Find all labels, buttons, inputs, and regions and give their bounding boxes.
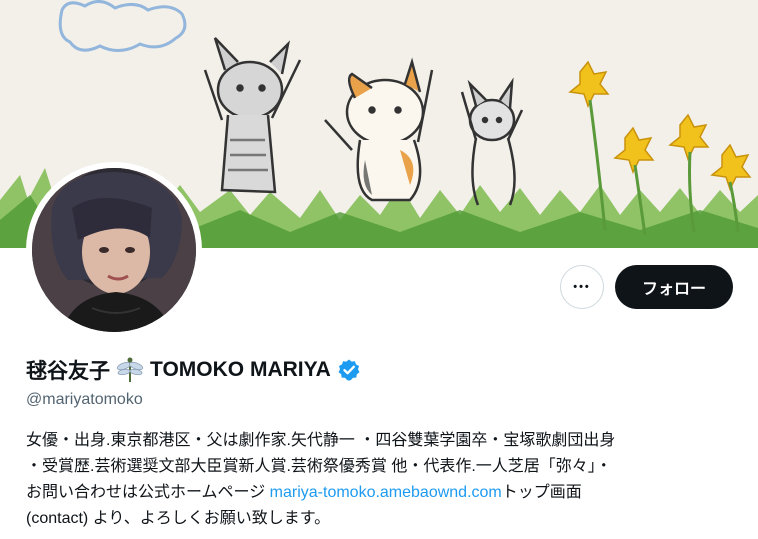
website-link[interactable]: mariya-tomoko.amebaownd.com (270, 484, 502, 501)
bio-line: (contact) より、よろしくお願い致します。 (26, 510, 331, 527)
avatar[interactable] (26, 162, 202, 338)
follow-button[interactable]: フォロー (615, 265, 733, 309)
bio-text: トップ画面 (501, 484, 582, 501)
more-options-button[interactable]: ••• (560, 265, 604, 309)
bio-line: ・受賞歴.芸術選奨文部大臣賞新人賞.芸術祭優秀賞 他・代表作.一人芝居「弥々」・ (26, 458, 612, 475)
bio-line: 女優・出身.東京都港区・父は劇作家.矢代静一 ・四谷雙葉学園卒・宝塚歌劇団出身 (26, 432, 616, 449)
avatar-photo (32, 168, 196, 332)
bio-text: お問い合わせは公式ホームページ (26, 484, 270, 501)
dragonfly-icon (116, 356, 144, 384)
display-name-latin: TOMOKO MARIYA (150, 358, 331, 381)
profile-bio: 女優・出身.東京都港区・父は劇作家.矢代静一 ・四谷雙葉学園卒・宝塚歌劇団出身 … (26, 428, 738, 532)
profile-handle: @mariyatomoko (26, 391, 143, 408)
display-name: 毬谷友子 (26, 360, 110, 383)
more-icon: ••• (573, 281, 591, 293)
verified-badge-icon[interactable] (337, 358, 361, 382)
bio-line: お問い合わせは公式ホームページ mariya-tomoko.amebaownd.… (26, 480, 738, 506)
profile-name-row: 毬谷友子 TOMOKO MARIYA (26, 354, 361, 386)
